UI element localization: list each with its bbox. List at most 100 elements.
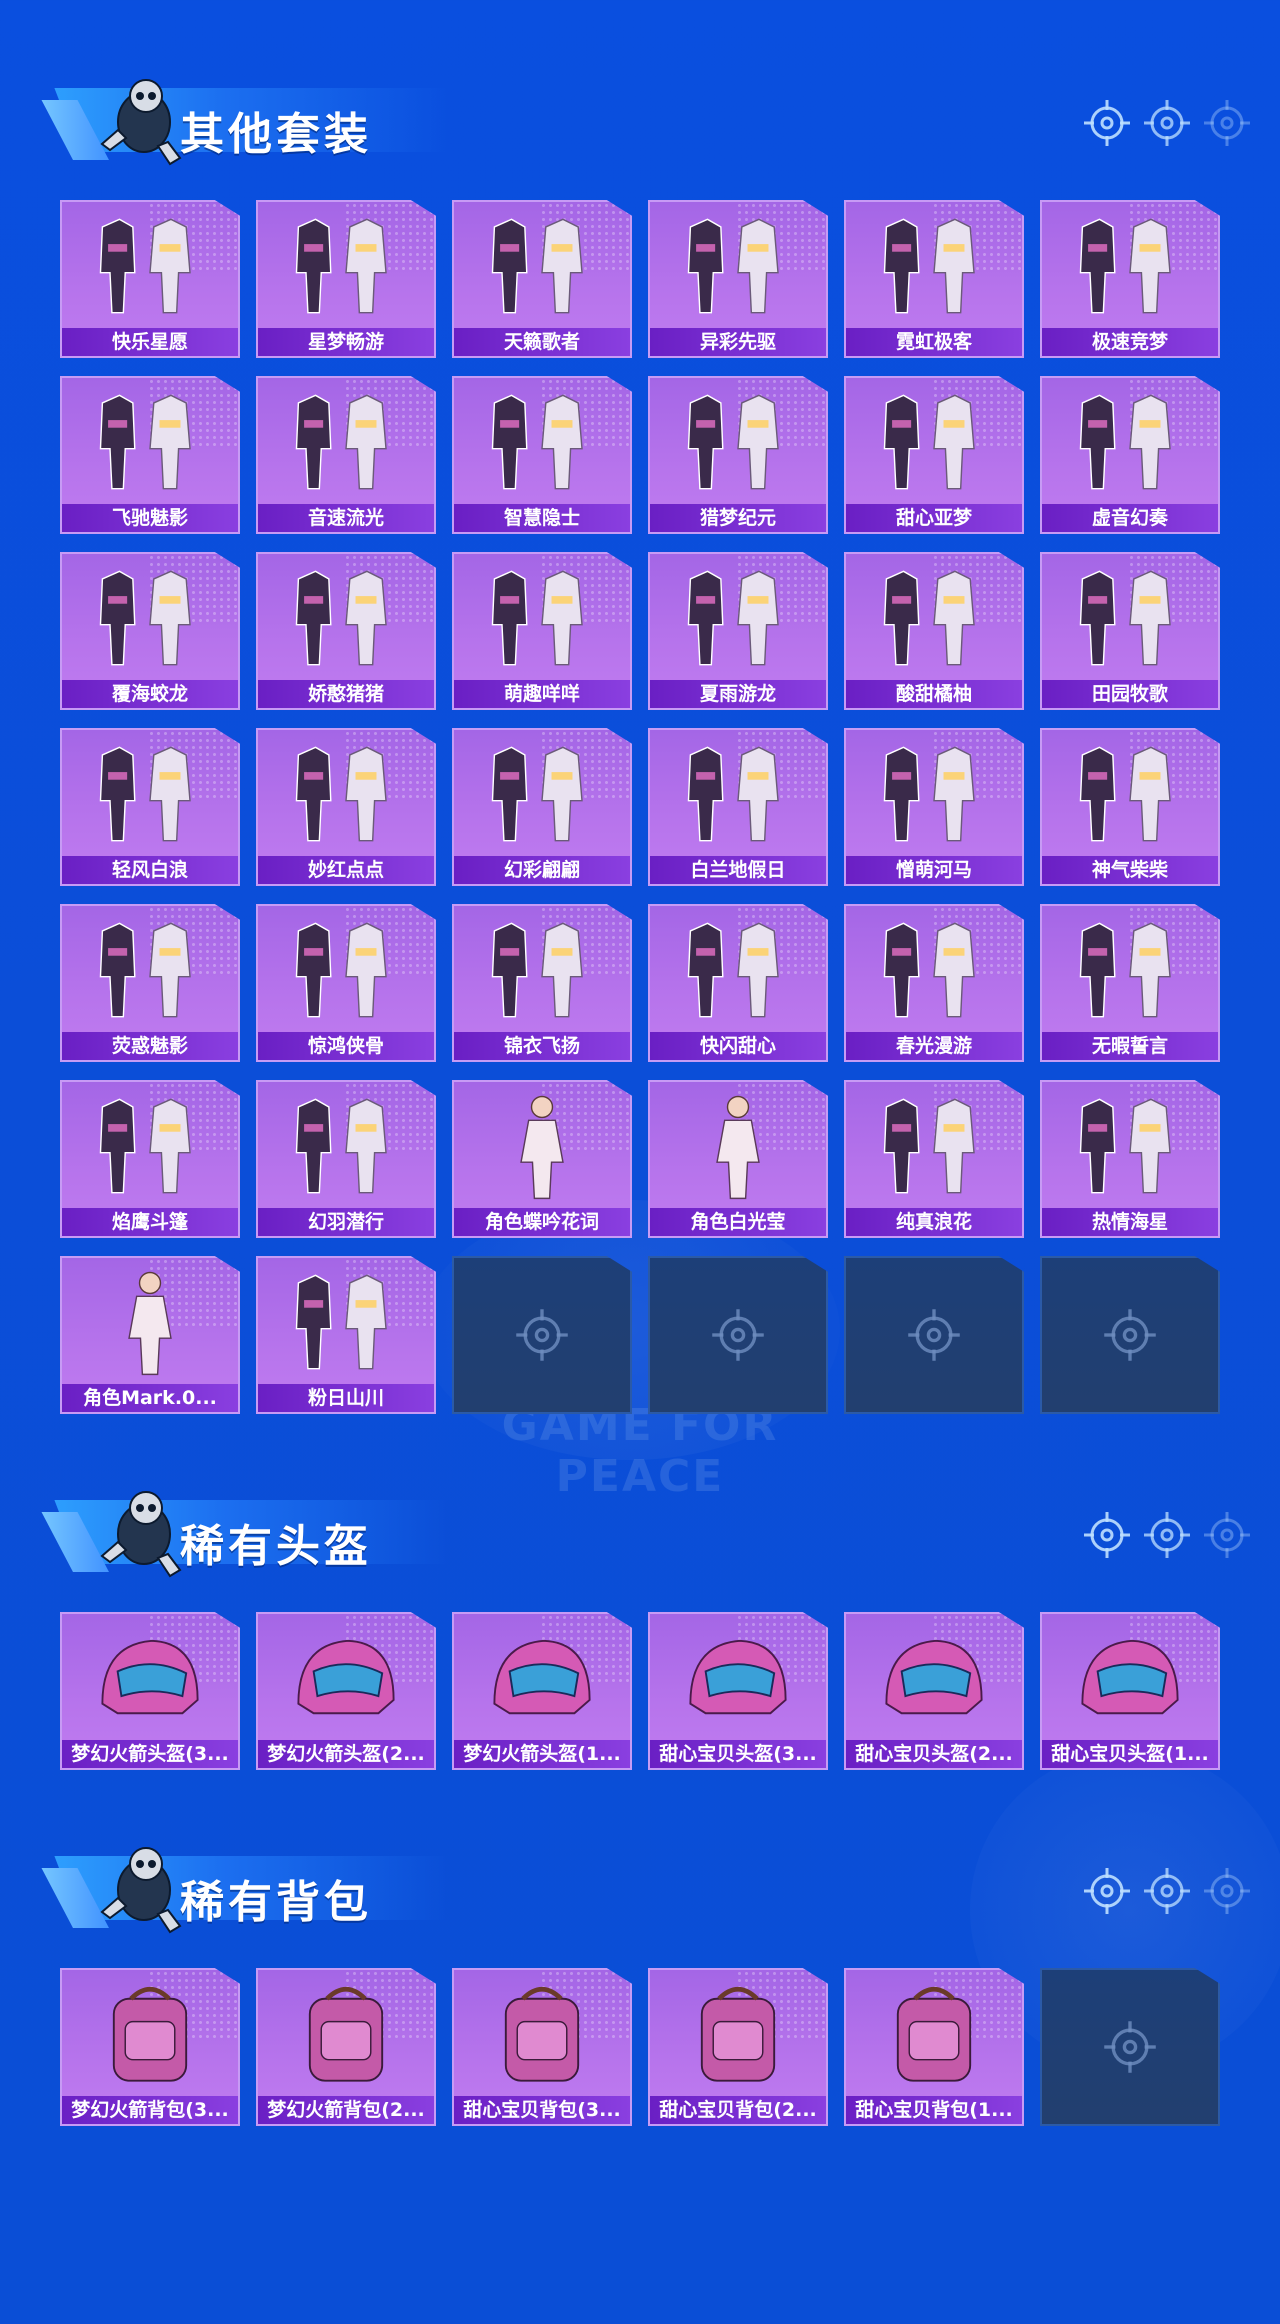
item-name: 田园牧歌: [1042, 680, 1218, 708]
item-card[interactable]: 幻彩翩翩: [452, 728, 632, 886]
item-name: 异彩先驱: [650, 328, 826, 356]
outfit-icon: [846, 558, 1022, 678]
item-name: 天籁歌者: [454, 328, 630, 356]
item-card[interactable]: 极速竞梦: [1040, 200, 1220, 358]
item-card[interactable]: 天籁歌者: [452, 200, 632, 358]
section-header: 稀有头盔: [28, 1472, 448, 1582]
item-name: 梦幻火箭背包(3...: [62, 2096, 238, 2124]
game-for-peace-watermark: GAME FOR PEACE: [501, 1400, 779, 1502]
item-card[interactable]: 梦幻火箭头盔(1...: [452, 1612, 632, 1770]
item-card[interactable]: 猎梦纪元: [648, 376, 828, 534]
item-card[interactable]: 荧惑魅影: [60, 904, 240, 1062]
item-card[interactable]: 甜心亚梦: [844, 376, 1024, 534]
item-card[interactable]: 轻风白浪: [60, 728, 240, 886]
item-card[interactable]: 梦幻火箭头盔(3...: [60, 1612, 240, 1770]
section-title: 稀有头盔: [180, 1521, 372, 1572]
item-card[interactable]: 虚音幻奏: [1040, 376, 1220, 534]
item-card[interactable]: 角色蝶吟花词: [452, 1080, 632, 1238]
item-card[interactable]: 锦衣飞扬: [452, 904, 632, 1062]
item-name: 无暇誓言: [1042, 1032, 1218, 1060]
item-card[interactable]: 白兰地假日: [648, 728, 828, 886]
item-card[interactable]: 焰鹰斗篷: [60, 1080, 240, 1238]
item-name: 智慧隐士: [454, 504, 630, 532]
item-card[interactable]: 甜心宝贝头盔(3...: [648, 1612, 828, 1770]
item-name: 角色蝶吟花词: [454, 1208, 630, 1236]
item-card[interactable]: 甜心宝贝头盔(2...: [844, 1612, 1024, 1770]
outfit-icon: [258, 382, 434, 502]
item-card[interactable]: 无暇誓言: [1040, 904, 1220, 1062]
item-card[interactable]: 憎萌河马: [844, 728, 1024, 886]
item-card[interactable]: 飞驰魅影: [60, 376, 240, 534]
item-card[interactable]: 酸甜橘柚: [844, 552, 1024, 710]
helmet-icon: [846, 1618, 1022, 1738]
item-card[interactable]: 神气柴柴: [1040, 728, 1220, 886]
item-card[interactable]: 霓虹极客: [844, 200, 1024, 358]
item-name: 轻风白浪: [62, 856, 238, 884]
item-card[interactable]: 甜心宝贝背包(2...: [648, 1968, 828, 2126]
crosshair-icon: [1202, 98, 1252, 153]
item-name: 甜心宝贝头盔(2...: [846, 1740, 1022, 1768]
decorative-crosshairs: [1082, 98, 1252, 153]
item-card[interactable]: 幻羽潜行: [256, 1080, 436, 1238]
item-name: 快闪甜心: [650, 1032, 826, 1060]
item-card[interactable]: 娇憨猪猪: [256, 552, 436, 710]
backpack-icon: [454, 1974, 630, 2094]
outfit-icon: [62, 910, 238, 1030]
crosshair-icon: [906, 1307, 962, 1363]
item-card[interactable]: 萌趣咩咩: [452, 552, 632, 710]
item-name: 荧惑魅影: [62, 1032, 238, 1060]
outfit-icon: [650, 734, 826, 854]
item-card[interactable]: 快乐星愿: [60, 200, 240, 358]
outfit-icon: [258, 734, 434, 854]
item-card[interactable]: 甜心宝贝背包(1...: [844, 1968, 1024, 2126]
item-card[interactable]: 甜心宝贝背包(3...: [452, 1968, 632, 2126]
outfit-icon: [258, 1086, 434, 1206]
item-card[interactable]: 梦幻火箭背包(3...: [60, 1968, 240, 2126]
outfit-icon: [846, 734, 1022, 854]
outfit-icon: [62, 734, 238, 854]
outfit-icon: [1042, 558, 1218, 678]
empty-slot: [1040, 1968, 1220, 2126]
item-card[interactable]: 妙红点点: [256, 728, 436, 886]
crosshair-icon: [1202, 1510, 1252, 1565]
item-card[interactable]: 星梦畅游: [256, 200, 436, 358]
outfit-icon: [454, 734, 630, 854]
crosshair-icon: [1142, 1510, 1192, 1565]
outfit-icon: [258, 910, 434, 1030]
item-name: 星梦畅游: [258, 328, 434, 356]
item-card[interactable]: 快闪甜心: [648, 904, 828, 1062]
crosshair-icon: [1082, 1510, 1132, 1565]
item-card[interactable]: 异彩先驱: [648, 200, 828, 358]
item-card[interactable]: 田园牧歌: [1040, 552, 1220, 710]
item-name: 幻彩翩翩: [454, 856, 630, 884]
character-icon: [62, 1262, 238, 1382]
item-card[interactable]: 纯真浪花: [844, 1080, 1024, 1238]
item-card[interactable]: 梦幻火箭头盔(2...: [256, 1612, 436, 1770]
item-name: 夏雨游龙: [650, 680, 826, 708]
item-card[interactable]: 角色Mark.0...: [60, 1256, 240, 1414]
item-card[interactable]: 春光漫游: [844, 904, 1024, 1062]
item-name: 白兰地假日: [650, 856, 826, 884]
item-card[interactable]: 音速流光: [256, 376, 436, 534]
empty-slot: [452, 1256, 632, 1414]
item-name: 梦幻火箭背包(2...: [258, 2096, 434, 2124]
item-name: 春光漫游: [846, 1032, 1022, 1060]
item-card[interactable]: 角色白光莹: [648, 1080, 828, 1238]
item-card[interactable]: 智慧隐士: [452, 376, 632, 534]
outfit-icon: [846, 382, 1022, 502]
outfit-icon: [454, 910, 630, 1030]
empty-slot: [844, 1256, 1024, 1414]
item-card[interactable]: 覆海蛟龙: [60, 552, 240, 710]
item-card[interactable]: 热情海星: [1040, 1080, 1220, 1238]
item-name: 甜心宝贝背包(2...: [650, 2096, 826, 2124]
item-card[interactable]: 夏雨游龙: [648, 552, 828, 710]
item-card[interactable]: 甜心宝贝头盔(1...: [1040, 1612, 1220, 1770]
section-title: 稀有背包: [180, 1877, 372, 1928]
item-card[interactable]: 梦幻火箭背包(2...: [256, 1968, 436, 2126]
item-name: 惊鸿侠骨: [258, 1032, 434, 1060]
backpack-icon: [258, 1974, 434, 2094]
crosshair-icon: [1102, 2019, 1158, 2075]
item-card[interactable]: 粉日山川: [256, 1256, 436, 1414]
item-card[interactable]: 惊鸿侠骨: [256, 904, 436, 1062]
crosshair-icon: [710, 1307, 766, 1363]
